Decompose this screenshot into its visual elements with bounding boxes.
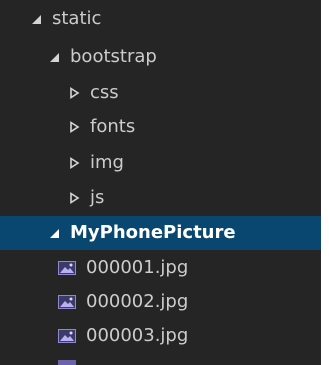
file-explorer: static bootstrap css fonts img js MyPhon… — [0, 0, 329, 365]
tree-folder-label: img — [90, 152, 124, 173]
tree-file-000002[interactable]: 000002.jpg — [0, 285, 321, 319]
chevron-right-icon[interactable] — [68, 87, 80, 99]
image-file-icon — [58, 360, 76, 365]
image-file-icon — [58, 329, 76, 343]
tree-file-label: 000003.jpg — [86, 325, 189, 346]
tree-folder-css[interactable]: css — [0, 76, 321, 110]
chevron-right-icon[interactable] — [68, 121, 80, 133]
tree-folder-label: css — [90, 82, 119, 103]
image-file-icon — [58, 261, 76, 275]
chevron-down-icon[interactable] — [48, 51, 60, 63]
panel-edge — [321, 0, 329, 365]
tree-folder-bootstrap[interactable]: bootstrap — [0, 40, 321, 74]
tree-file-label: 000002.jpg — [86, 291, 189, 312]
tree-file-label: 000001.jpg — [86, 257, 189, 278]
tree-folder-label: MyPhonePicture — [70, 222, 236, 243]
chevron-down-icon[interactable] — [30, 13, 42, 25]
chevron-down-icon[interactable] — [48, 227, 60, 239]
tree-folder-label: bootstrap — [70, 46, 157, 67]
chevron-right-icon[interactable] — [68, 157, 80, 169]
tree-folder-label: fonts — [90, 116, 136, 137]
tree-folder-img[interactable]: img — [0, 146, 321, 180]
tree-folder-fonts[interactable]: fonts — [0, 110, 321, 144]
tree-file-000003[interactable]: 000003.jpg — [0, 319, 321, 353]
chevron-right-icon[interactable] — [68, 192, 80, 204]
tree-folder-label: js — [90, 187, 105, 208]
image-file-icon — [58, 295, 76, 309]
tree-folder-myphonepicture[interactable]: MyPhonePicture — [0, 216, 321, 250]
tree-folder-js[interactable]: js — [0, 181, 321, 215]
tree-folder-label: static — [52, 8, 102, 29]
tree-file-000001[interactable]: 000001.jpg — [0, 251, 321, 285]
tree-folder-static[interactable]: static — [0, 2, 321, 36]
